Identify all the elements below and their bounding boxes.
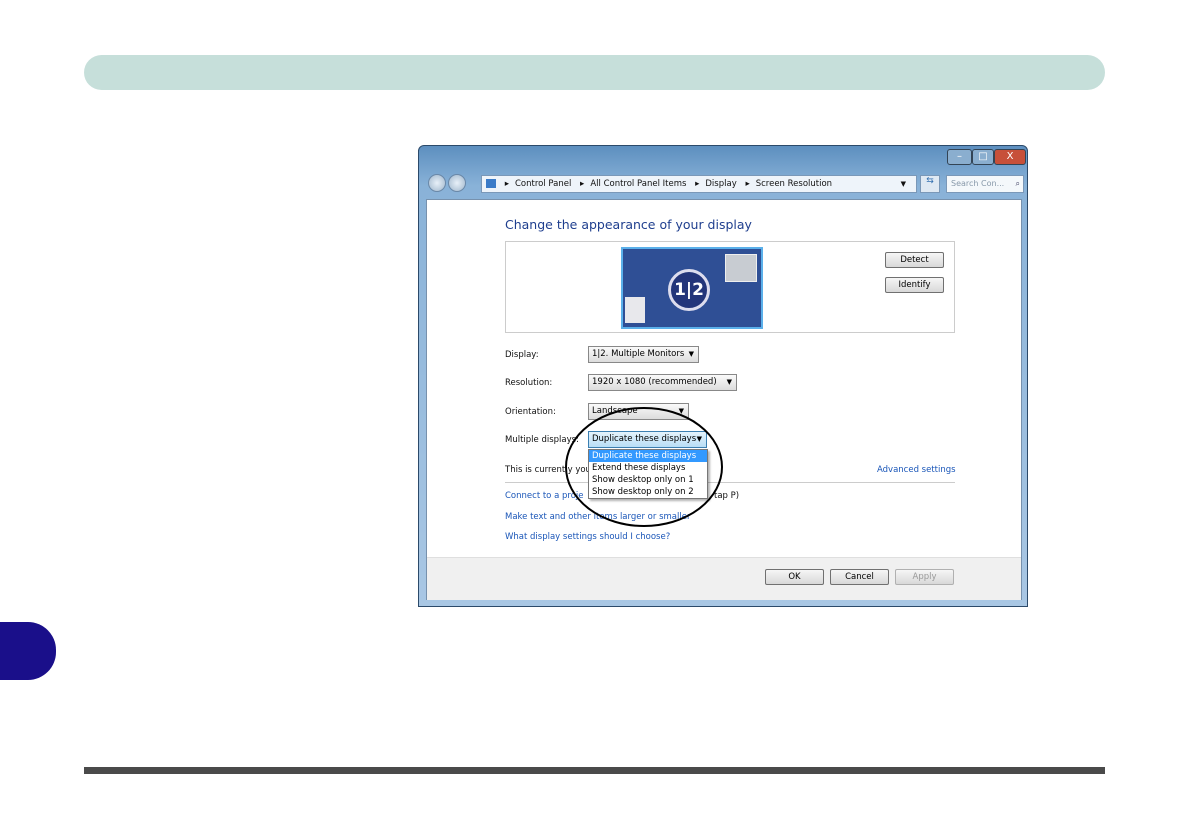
monitor-number: 1|2 (668, 269, 710, 311)
breadcrumb-item[interactable]: Screen Resolution (756, 179, 832, 189)
breadcrumb-item[interactable]: Display (705, 179, 736, 189)
page-header-bar (84, 55, 1105, 90)
minimize-button[interactable]: – (947, 149, 972, 165)
highlight-circle (565, 407, 723, 527)
window-thumbnail (725, 254, 757, 282)
identify-button[interactable]: Identify (885, 277, 944, 293)
breadcrumb-item[interactable]: All Control Panel Items (590, 179, 686, 189)
monitor-thumbnail[interactable]: 1|2 (621, 247, 763, 329)
display-label: Display: (505, 350, 539, 360)
breadcrumb-item[interactable]: Control Panel (515, 179, 571, 189)
chevron-down-icon: ▼ (726, 378, 732, 386)
advanced-settings-link[interactable]: Advanced settings (877, 465, 956, 475)
back-button[interactable] (428, 174, 446, 192)
cancel-button[interactable]: Cancel (830, 569, 889, 585)
page-title: Change the appearance of your display (505, 217, 752, 232)
search-icon: ⌕ (1015, 179, 1020, 188)
maximize-button[interactable]: □ (972, 149, 994, 165)
footer-rule (84, 767, 1105, 774)
resolution-label: Resolution: (505, 378, 553, 388)
resolution-select[interactable]: 1920 x 1080 (recommended) ▼ (588, 374, 737, 391)
monitor-preview-area: 1|2 Detect Identify (505, 241, 955, 333)
ok-button[interactable]: OK (765, 569, 824, 585)
dialog-footer: OK Cancel Apply (427, 557, 1021, 600)
apply-button[interactable]: Apply (895, 569, 954, 585)
dropdown-icon[interactable]: ▼ (901, 176, 906, 192)
address-bar[interactable]: ▸ Control Panel ▸ All Control Panel Items … (481, 175, 917, 193)
chapter-tab (0, 622, 56, 680)
close-button[interactable]: X (994, 149, 1026, 165)
orientation-label: Orientation: (505, 407, 556, 417)
content-pane: Change the appearance of your display 1|… (426, 199, 1022, 600)
search-input[interactable]: Search Con... ⌕ (946, 175, 1024, 193)
window-thumbnail (625, 297, 645, 323)
screen-resolution-window: – □ X ▸ Control Panel ▸ All Control Panel … (418, 145, 1028, 607)
display-select[interactable]: 1|2. Multiple Monitors ▼ (588, 346, 699, 363)
forward-button[interactable] (448, 174, 466, 192)
detect-button[interactable]: Detect (885, 252, 944, 268)
control-panel-icon (486, 179, 496, 188)
refresh-icon[interactable]: ⇆ (920, 175, 940, 193)
display-help-link[interactable]: What display settings should I choose? (505, 532, 670, 542)
chevron-down-icon: ▼ (688, 350, 694, 358)
